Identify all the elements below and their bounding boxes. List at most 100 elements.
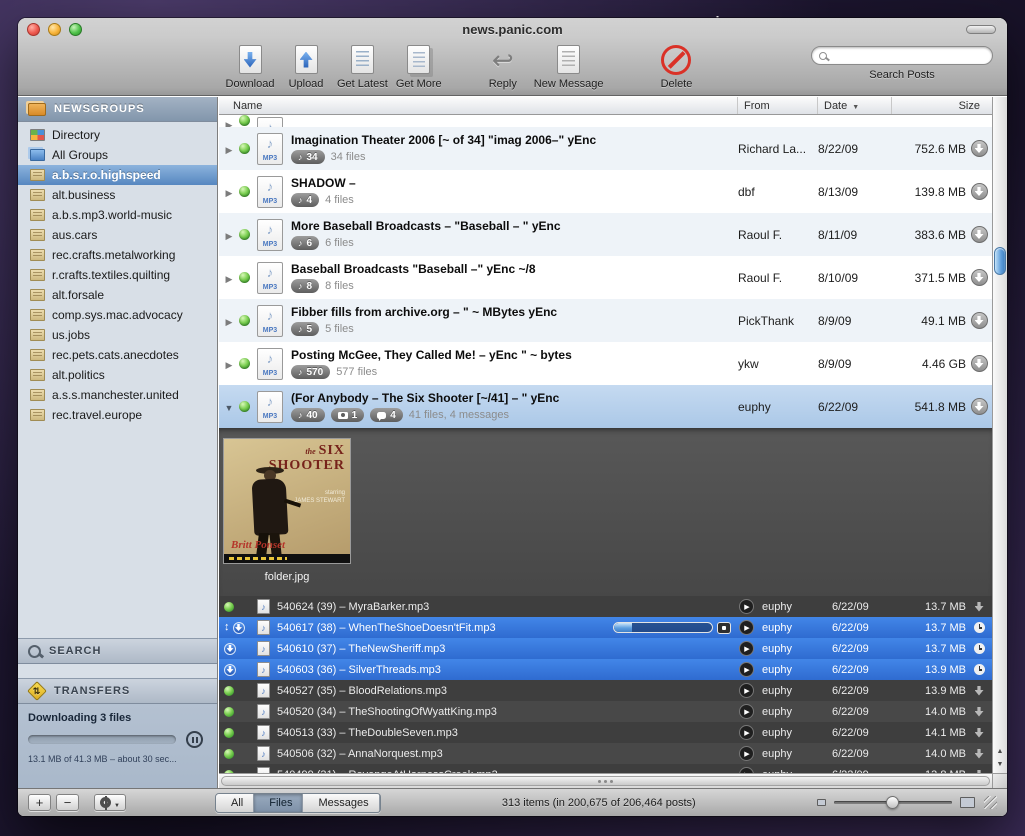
folder-jpg-thumbnail[interactable]: theSIX SHOOTER starring JAMES STEWART Br… xyxy=(223,438,351,564)
stop-button[interactable] xyxy=(717,622,731,634)
download-post-button[interactable] xyxy=(971,269,988,286)
play-button[interactable] xyxy=(739,704,754,719)
column-header-size[interactable]: Size xyxy=(892,97,992,114)
action-menu-button[interactable] xyxy=(94,794,126,811)
post-row[interactable]: More Baseball Broadcasts – "Baseball – "… xyxy=(219,213,992,256)
post-date: 8/22/09 xyxy=(818,142,892,156)
add-button[interactable]: + xyxy=(28,794,51,811)
play-button[interactable] xyxy=(739,725,754,740)
search-input[interactable] xyxy=(832,50,985,62)
file-name: 540610 (37) – TheNewSheriff.mp3 xyxy=(277,643,739,655)
sidebar-item[interactable]: All Groups xyxy=(18,145,217,165)
play-button[interactable] xyxy=(739,662,754,677)
sidebar-item[interactable]: a.s.s.manchester.united xyxy=(18,385,217,405)
toolbar-button[interactable]: Get More xyxy=(391,44,447,90)
toolbar-button[interactable]: Reply xyxy=(475,44,531,90)
toolbar-button[interactable]: Upload xyxy=(278,44,334,90)
download-post-button[interactable] xyxy=(971,312,988,329)
zoom-slider-knob[interactable] xyxy=(886,796,899,809)
play-button[interactable] xyxy=(739,683,754,698)
column-header-from[interactable]: From xyxy=(738,97,818,114)
toolbar-button[interactable]: Get Latest xyxy=(334,44,391,90)
pause-button[interactable] xyxy=(186,731,203,748)
file-row[interactable]: 540506 (32) – AnnaNorquest.mp3 euphy 6/2… xyxy=(219,743,992,764)
disclosure-triangle-icon[interactable] xyxy=(219,226,239,244)
get-more-icon xyxy=(402,44,436,75)
post-row[interactable]: Posting McGee, They Called Me! – yEnc " … xyxy=(219,342,992,385)
filter-segment[interactable]: Messages xyxy=(303,794,379,812)
toolbar-button[interactable]: Download xyxy=(222,44,278,90)
file-row[interactable]: 540499 (31) – RevengeAtHarnessCreek.mp3 … xyxy=(219,764,992,773)
post-row[interactable]: Imagination Theater 2006 [~ of 34] "imag… xyxy=(219,127,992,170)
newsgroup-icon xyxy=(30,189,45,201)
download-post-button[interactable] xyxy=(971,355,988,372)
play-button[interactable] xyxy=(739,620,754,635)
audio-file-icon xyxy=(257,746,270,761)
play-button[interactable] xyxy=(739,746,754,761)
toolbar-button[interactable]: New Message xyxy=(531,44,607,90)
search-field[interactable] xyxy=(811,46,993,65)
sidebar-item[interactable]: a.b.s.r.o.highspeed xyxy=(18,165,217,185)
file-from: euphy xyxy=(762,601,832,613)
sidebar-item[interactable]: aus.cars xyxy=(18,225,217,245)
file-date: 6/22/09 xyxy=(832,664,904,676)
sidebar-item[interactable]: a.b.s.mp3.world-music xyxy=(18,205,217,225)
music-note-icon xyxy=(298,152,303,163)
sidebar-item[interactable]: Directory xyxy=(18,125,217,145)
download-post-button[interactable] xyxy=(971,226,988,243)
remove-button[interactable]: − xyxy=(56,794,79,811)
disclosure-triangle-icon[interactable] xyxy=(219,355,239,373)
disclosure-triangle-icon[interactable] xyxy=(219,140,239,158)
sidebar-item[interactable]: alt.business xyxy=(18,185,217,205)
sidebar-item[interactable]: comp.sys.mac.advocacy xyxy=(18,305,217,325)
disclosure-triangle-icon[interactable] xyxy=(219,312,239,330)
post-row[interactable]: SHADOW – 4 4 files dbf 8/13/09 139.8 MB xyxy=(219,170,992,213)
vertical-scrollbar[interactable] xyxy=(992,97,1007,773)
disclosure-triangle-icon[interactable] xyxy=(219,115,239,127)
file-row[interactable]: 540603 (36) – SilverThreads.mp3 euphy 6/… xyxy=(219,659,992,680)
sidebar-item[interactable]: rec.crafts.metalworking xyxy=(18,245,217,265)
horizontal-scroll-thumb[interactable] xyxy=(221,776,990,786)
post-row[interactable]: Baseball Broadcasts "Baseball –" yEnc ~/… xyxy=(219,256,992,299)
sidebar-item[interactable]: alt.forsale xyxy=(18,285,217,305)
disclosure-triangle-icon[interactable] xyxy=(219,183,239,201)
column-header-date[interactable]: Date xyxy=(818,97,892,114)
post-date: 8/10/09 xyxy=(818,271,892,285)
sidebar-item[interactable]: alt.politics xyxy=(18,365,217,385)
column-header-name[interactable]: Name xyxy=(219,97,738,114)
play-button[interactable] xyxy=(739,641,754,656)
sidebar-item[interactable]: rec.travel.europe xyxy=(18,405,217,425)
download-post-button[interactable] xyxy=(971,140,988,157)
scroll-up-icon[interactable] xyxy=(993,745,1007,758)
filter-segment[interactable]: Files xyxy=(254,794,303,812)
zoom-slider[interactable] xyxy=(834,801,952,804)
post-row[interactable]: Fibber fills from archive.org – " ~ MByt… xyxy=(219,299,992,342)
sidebar-item[interactable]: us.jobs xyxy=(18,325,217,345)
toolbar-toggle-button[interactable] xyxy=(966,25,996,34)
sidebar-item[interactable]: rec.pets.cats.anecdotes xyxy=(18,345,217,365)
toolbar-button[interactable]: Delete xyxy=(648,44,704,90)
download-post-button[interactable] xyxy=(971,183,988,200)
transfers-section-header[interactable]: TRANSFERS xyxy=(18,678,217,704)
post-row-partial[interactable] xyxy=(219,115,992,127)
sidebar-item[interactable]: r.crafts.textiles.quilting xyxy=(18,265,217,285)
download-post-button[interactable] xyxy=(971,398,988,415)
filter-segment[interactable]: All xyxy=(216,794,254,812)
file-row[interactable]: 540624 (39) – MyraBarker.mp3 euphy 6/22/… xyxy=(219,596,992,617)
thumbnail[interactable]: theSIX SHOOTER starring JAMES STEWART Br… xyxy=(222,438,354,583)
file-row[interactable]: 540610 (37) – TheNewSheriff.mp3 euphy 6/… xyxy=(219,638,992,659)
scroll-down-icon[interactable] xyxy=(993,758,1007,771)
play-button[interactable] xyxy=(739,599,754,614)
resize-grip[interactable] xyxy=(984,796,997,809)
post-row[interactable]: (For Anybody – The Six Shooter [~/41] – … xyxy=(219,385,992,428)
vertical-scroll-thumb[interactable] xyxy=(994,247,1006,275)
file-row[interactable]: 540527 (35) – BloodRelations.mp3 euphy 6… xyxy=(219,680,992,701)
titlebar[interactable]: news.panic.com xyxy=(18,18,1007,40)
disclosure-triangle-icon[interactable] xyxy=(219,398,239,416)
search-section-header[interactable]: SEARCH xyxy=(18,638,217,664)
horizontal-scrollbar[interactable] xyxy=(219,773,992,788)
disclosure-triangle-icon[interactable] xyxy=(219,269,239,287)
file-row[interactable]: 540513 (33) – TheDoubleSeven.mp3 euphy 6… xyxy=(219,722,992,743)
file-row[interactable]: 540617 (38) – WhenTheShoeDoesn'tFit.mp3 … xyxy=(219,617,992,638)
file-row[interactable]: 540520 (34) – TheShootingOfWyattKing.mp3… xyxy=(219,701,992,722)
